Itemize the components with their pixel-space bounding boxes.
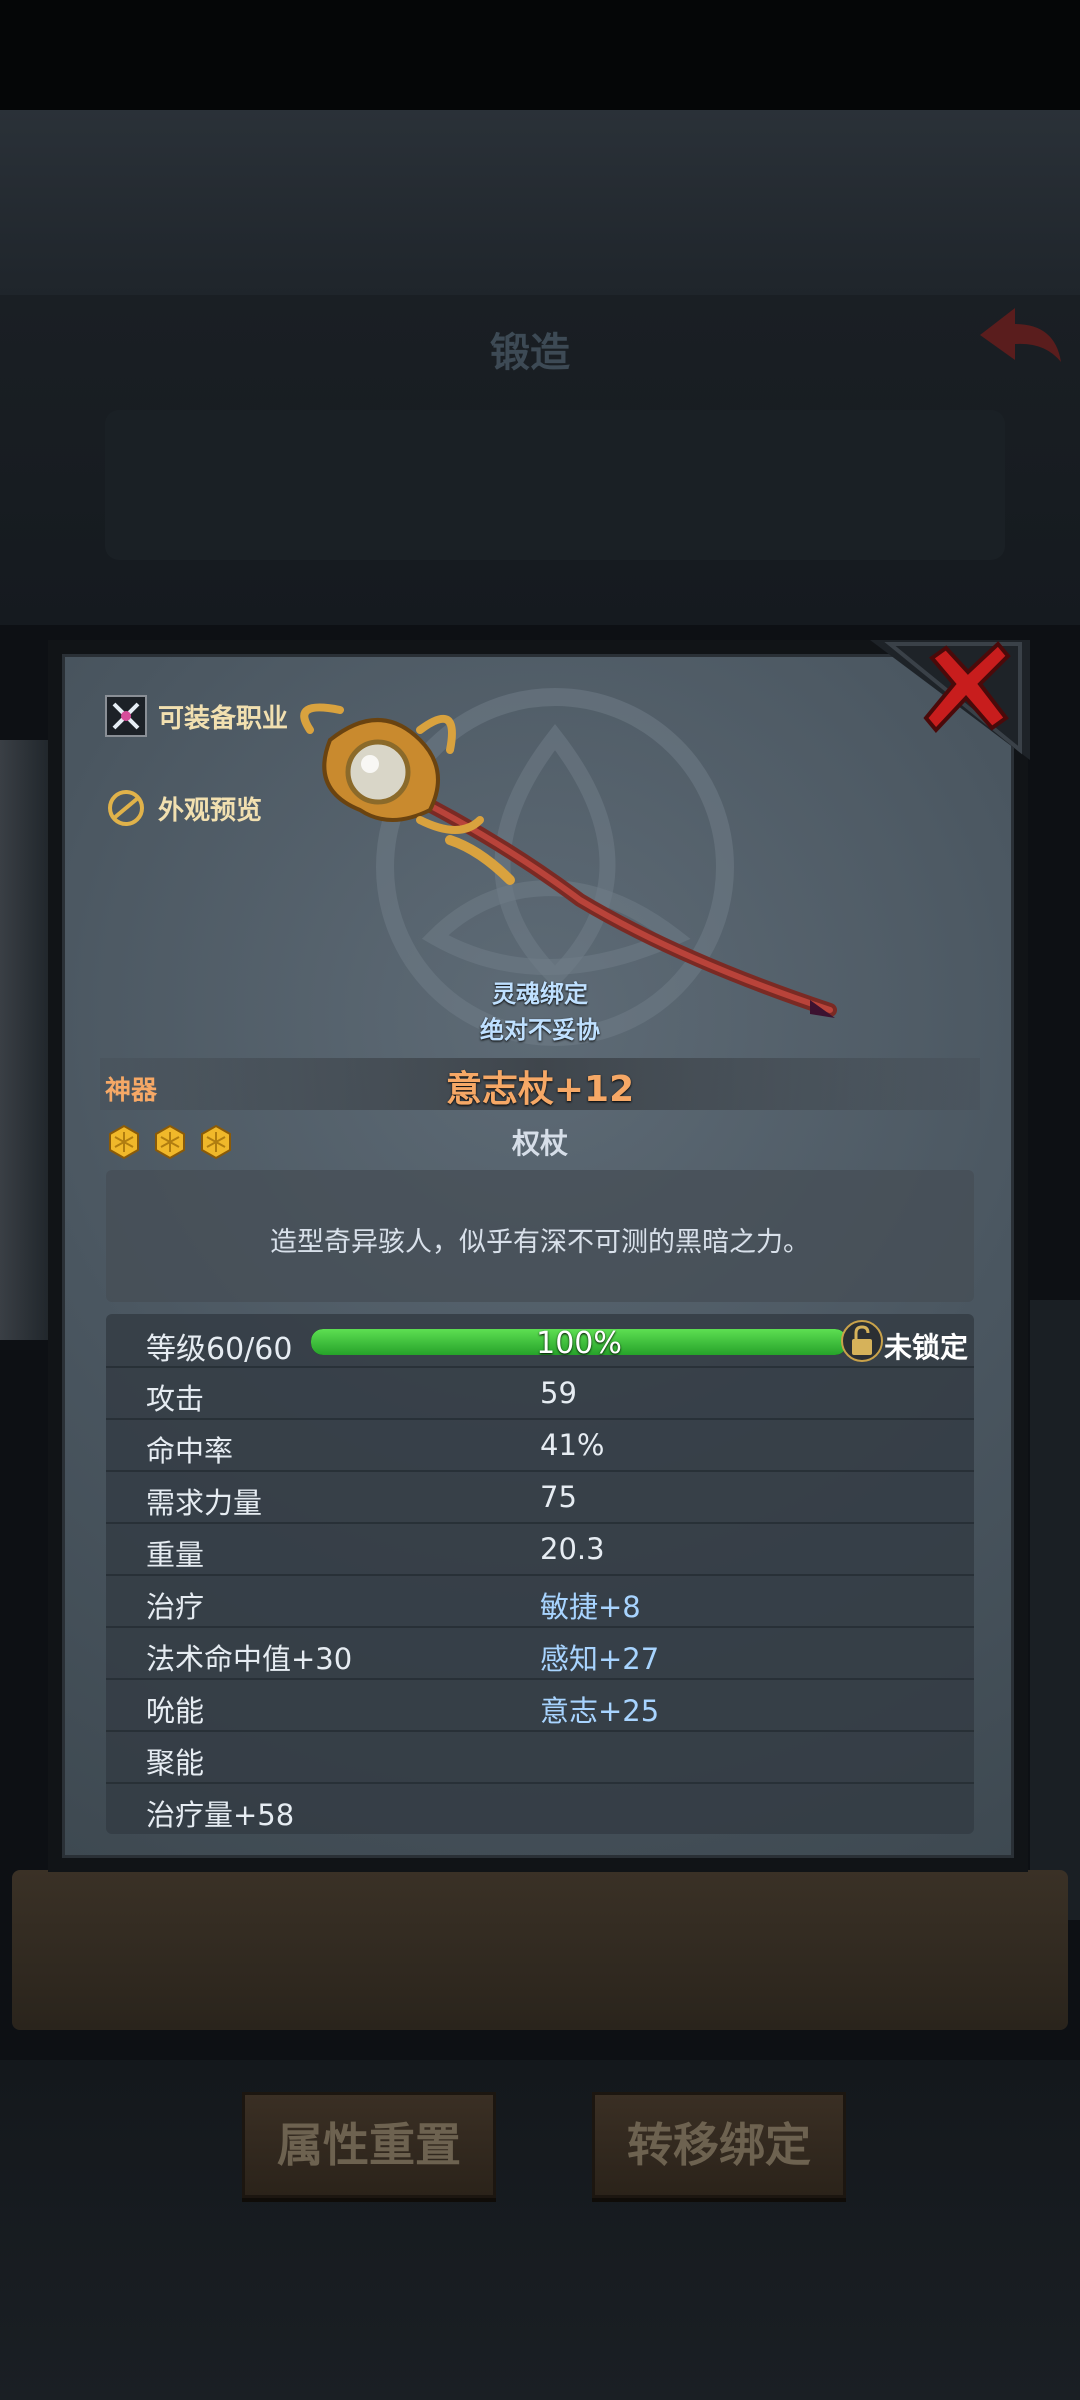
- stat-name: 攻击: [146, 1382, 205, 1416]
- preview-appearance-label: 外观预览: [158, 795, 263, 826]
- stat-row: 攻击 59: [106, 1366, 974, 1420]
- stat-name: 吮能: [146, 1694, 205, 1728]
- stats-panel: 等级60/60 100% 未锁定 攻击 59 命中率 41% 需求力量 75 重…: [106, 1314, 974, 1834]
- appearance-preview-icon: [108, 790, 144, 826]
- stat-name: 需求力量: [146, 1486, 263, 1520]
- gold-star-icon: [201, 1124, 231, 1160]
- stat-row: 重量 20.3: [106, 1522, 974, 1576]
- item-description: 造型奇异骇人，似乎有深不可测的黑暗之力。: [270, 1227, 810, 1258]
- transfer-binding-button[interactable]: 转移绑定: [592, 2092, 846, 2198]
- stat-name: 命中率: [146, 1434, 234, 1468]
- stat-name: 聚能: [146, 1746, 205, 1780]
- background-wood-panel: [12, 1870, 1068, 2030]
- level-row: 等级60/60 100% 未锁定: [106, 1314, 974, 1368]
- background-panel: [0, 110, 1080, 295]
- reset-attributes-button[interactable]: 属性重置: [242, 2092, 496, 2198]
- background-bottom-area: [0, 2060, 1080, 2400]
- stat-name: 重量: [146, 1538, 205, 1572]
- stat-value: 41%: [540, 1428, 605, 1462]
- top-bar: [0, 0, 1080, 110]
- stat-row: 治疗量+58: [106, 1782, 974, 1834]
- level-label: 等级60/60: [146, 1332, 293, 1367]
- soul-bound-text: 灵魂绑定: [492, 980, 588, 1008]
- back-arrow-icon[interactable]: [975, 300, 1065, 370]
- close-icon[interactable]: [906, 638, 1036, 738]
- stat-row: 聚能: [106, 1730, 974, 1784]
- background-right-edge: [1030, 1300, 1080, 1920]
- stat-name: 治疗量+58: [146, 1798, 295, 1832]
- bonus-stat: 感知+27: [540, 1642, 660, 1676]
- stat-value: 75: [540, 1480, 577, 1514]
- bonus-stat: 敏捷+8: [540, 1590, 641, 1624]
- bonus-stat: 意志+25: [540, 1694, 660, 1728]
- gold-star-icon: [155, 1124, 185, 1160]
- stat-name: 治疗: [146, 1590, 205, 1624]
- gold-star-icon: [109, 1124, 139, 1160]
- stat-row: 治疗 敏捷+8: [106, 1574, 974, 1628]
- item-type: 权杖: [511, 1127, 568, 1160]
- lock-status[interactable]: 未锁定: [884, 1326, 968, 1366]
- level-progress-text: 100%: [536, 1326, 622, 1361]
- background-left-edge: [0, 740, 50, 1340]
- stat-value: 20.3: [540, 1532, 605, 1566]
- stat-row: 需求力量 75: [106, 1470, 974, 1524]
- item-name: 意志杖+12: [445, 1069, 635, 1110]
- stat-value: 59: [540, 1376, 577, 1410]
- item-quality: 神器: [105, 1076, 158, 1106]
- stat-row: 吮能 意志+25: [106, 1678, 974, 1732]
- stat-row: 命中率 41%: [106, 1418, 974, 1472]
- unlocked-padlock-icon[interactable]: [840, 1319, 884, 1363]
- background-item-row: [105, 410, 1005, 560]
- stat-name: 法术命中值+30: [146, 1642, 353, 1676]
- stat-row: 法术命中值+30 感知+27: [106, 1626, 974, 1680]
- background-title: 锻造: [490, 330, 570, 376]
- star-rating: [106, 1124, 234, 1160]
- class-swords-icon: [105, 695, 147, 737]
- no-compromise-text: 绝对不妥协: [480, 1016, 600, 1044]
- preview-appearance-link[interactable]: 外观预览: [104, 786, 262, 830]
